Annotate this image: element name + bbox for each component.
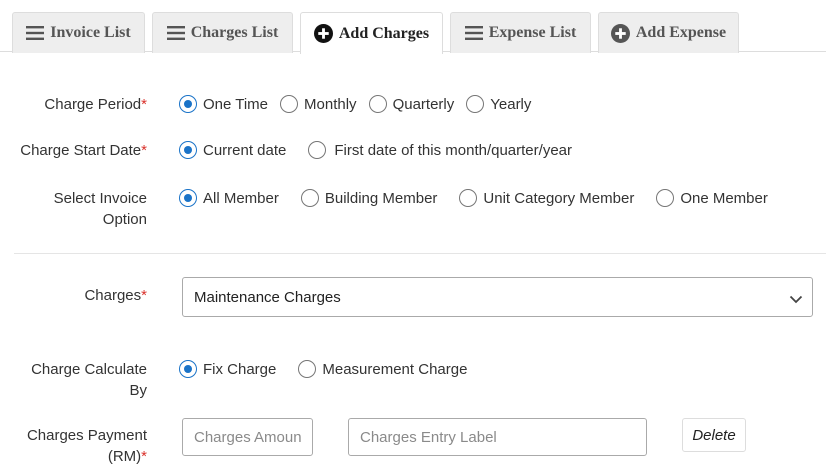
radio-button[interactable] — [308, 141, 327, 159]
radio-one-time[interactable]: One Time — [179, 95, 268, 113]
list-icon — [464, 26, 483, 40]
label-text: Option — [102, 211, 147, 228]
radio-button[interactable] — [179, 95, 197, 113]
invoice-option-label: Select Invoice Option — [54, 188, 147, 230]
radio-label: One Time — [203, 95, 269, 113]
charge-period-radio-group: One Time Monthly Quarterly Yearly — [179, 95, 531, 113]
chevron-down-icon — [789, 291, 803, 308]
tab-charges-list[interactable]: Charges List — [152, 12, 293, 53]
radio-label: All Member — [203, 189, 279, 207]
charges-amount-input[interactable] — [182, 418, 313, 456]
radio-label: Building Member — [324, 189, 438, 207]
radio-label: First date of this month/quarter/year — [334, 141, 572, 159]
radio-unit-category-member[interactable]: Unit Category Member — [459, 189, 634, 207]
radio-fix-charge[interactable]: Fix Charge — [179, 360, 276, 378]
label-text: Charge Period — [44, 96, 142, 113]
radio-current-date[interactable]: Current date — [179, 141, 286, 159]
payment-label: Charges Payment (RM)* — [27, 425, 147, 467]
tab-add-expense[interactable]: Add Expense — [598, 12, 739, 53]
charges-label: Charges* — [84, 285, 147, 306]
radio-label: Current date — [203, 141, 287, 159]
radio-measurement-charge[interactable]: Measurement Charge — [298, 360, 467, 378]
radio-label: Yearly — [490, 95, 532, 113]
radio-button[interactable] — [179, 189, 197, 207]
radio-first-date[interactable]: First date of this month/quarter/year — [308, 141, 572, 159]
radio-all-member[interactable]: All Member — [179, 189, 279, 207]
label-text: Charges Payment — [26, 427, 147, 444]
radio-button[interactable] — [466, 95, 485, 113]
radio-button[interactable] — [179, 141, 197, 159]
section-divider — [14, 253, 826, 254]
radio-label: Measurement Charge — [322, 360, 468, 378]
delete-button[interactable]: Delete — [682, 418, 746, 452]
radio-monthly[interactable]: Monthly — [280, 95, 357, 113]
label-text: (RM) — [107, 448, 142, 465]
radio-label: Quarterly — [392, 95, 455, 113]
select-value: Maintenance Charges — [194, 288, 341, 306]
tab-invoice-list[interactable]: Invoice List — [12, 12, 145, 53]
list-icon — [26, 26, 45, 40]
radio-button[interactable] — [280, 95, 299, 113]
label-text: Select Invoice — [53, 190, 147, 207]
plus-circle-icon — [610, 23, 630, 43]
tab-label: Add Charges — [338, 24, 430, 42]
required-marker: * — [141, 287, 147, 304]
radio-building-member[interactable]: Building Member — [300, 189, 438, 207]
charges-select[interactable]: Maintenance Charges — [182, 277, 813, 317]
required-marker: * — [141, 448, 147, 465]
radio-one-member[interactable]: One Member — [656, 189, 768, 207]
calculate-by-radio-group: Fix Charge Measurement Charge — [179, 360, 467, 378]
tab-add-charges[interactable]: Add Charges — [300, 12, 443, 54]
label-text: By — [129, 382, 147, 399]
required-marker: * — [141, 142, 147, 159]
list-icon — [166, 26, 185, 40]
charge-start-date-radio-group: Current date First date of this month/qu… — [179, 141, 572, 159]
label-text: Charge Calculate — [31, 361, 147, 378]
tab-expense-list[interactable]: Expense List — [450, 12, 591, 53]
label-text: Charge Start Date — [20, 142, 142, 159]
tab-bar: Invoice List Charges List Add Charges Ex… — [0, 0, 826, 54]
tab-label: Invoice List — [50, 24, 131, 41]
charge-start-date-label: Charge Start Date* — [20, 140, 147, 161]
radio-button[interactable] — [368, 95, 387, 113]
radio-label: Monthly — [304, 95, 357, 113]
radio-button[interactable] — [459, 189, 478, 207]
required-marker: * — [141, 96, 147, 113]
tab-label: Charges List — [190, 24, 279, 41]
tab-label: Add Expense — [635, 24, 727, 41]
label-text: Charges — [84, 287, 142, 304]
tab-label: Expense List — [488, 24, 577, 41]
radio-button[interactable] — [179, 360, 197, 378]
radio-quarterly[interactable]: Quarterly — [368, 95, 455, 113]
invoice-option-radio-group: All Member Building Member Unit Category… — [179, 189, 768, 207]
radio-label: One Member — [680, 189, 768, 207]
charges-entry-label-input[interactable] — [348, 418, 647, 456]
calculate-by-label: Charge Calculate By — [31, 359, 147, 401]
radio-button[interactable] — [300, 189, 319, 207]
charge-period-label: Charge Period* — [44, 94, 147, 115]
radio-yearly[interactable]: Yearly — [466, 95, 531, 113]
radio-button[interactable] — [656, 189, 675, 207]
plus-circle-icon — [313, 24, 333, 43]
radio-label: Unit Category Member — [483, 189, 635, 207]
radio-label: Fix Charge — [203, 360, 277, 378]
radio-button[interactable] — [298, 360, 317, 378]
